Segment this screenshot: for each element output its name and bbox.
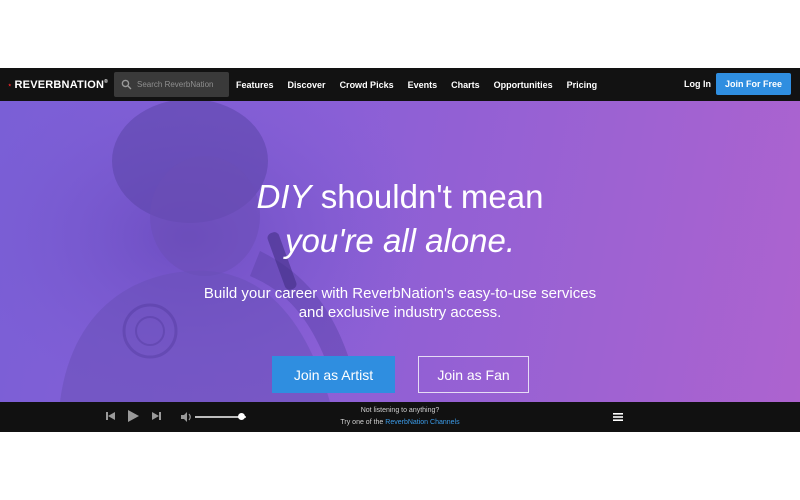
nav-item-events[interactable]: Events (408, 80, 438, 90)
login-link[interactable]: Log In (684, 68, 711, 101)
suggestion-prefix: Try one of the (340, 419, 386, 426)
search-box[interactable]: Search ReverbNation (114, 72, 229, 97)
channels-link[interactable]: ReverbNation Channels (385, 419, 459, 426)
hero-subtitle: Build your career with ReverbNation's ea… (0, 284, 800, 322)
subtitle-line2: and exclusive industry access. (298, 304, 502, 321)
nav-item-crowd-picks[interactable]: Crowd Picks (340, 80, 394, 90)
star-icon (8, 82, 12, 86)
join-as-fan-button[interactable]: Join as Fan (418, 356, 529, 393)
headline-diy: DIY (256, 178, 312, 215)
search-input[interactable]: Search ReverbNation (137, 80, 213, 89)
headline-line1: shouldn't mean (311, 178, 544, 215)
nav-item-pricing[interactable]: Pricing (567, 80, 598, 90)
headline-line2: you're all alone. (284, 222, 516, 259)
join-for-free-button[interactable]: Join For Free (716, 73, 791, 95)
play-icon[interactable] (128, 410, 139, 422)
search-icon (121, 79, 132, 90)
player-bar: Not listening to anything? Try one of th… (0, 402, 800, 432)
previous-icon[interactable] (106, 411, 115, 421)
reverbnation-logo[interactable]: REVERBNATION® (8, 79, 108, 91)
main-nav: Features Discover Crowd Picks Events Cha… (236, 68, 611, 101)
join-as-artist-button[interactable]: Join as Artist (272, 356, 395, 393)
hero-headline: DIY shouldn't mean you're all alone. (0, 175, 800, 263)
nav-item-charts[interactable]: Charts (451, 80, 480, 90)
next-icon[interactable] (152, 411, 161, 421)
volume-icon[interactable] (181, 412, 192, 422)
nav-item-discover[interactable]: Discover (288, 80, 326, 90)
hero-section: DIY shouldn't mean you're all alone. Bui… (0, 101, 800, 402)
top-navbar: REVERBNATION® Search ReverbNation Featur… (0, 68, 800, 101)
logo-text: REVERBNATION® (14, 78, 108, 91)
player-suggestion: Try one of the ReverbNation Channels (300, 419, 500, 426)
nav-item-opportunities[interactable]: Opportunities (494, 80, 553, 90)
page: REVERBNATION® Search ReverbNation Featur… (0, 0, 800, 500)
subtitle-line1: Build your career with ReverbNation's ea… (203, 285, 597, 302)
menu-icon[interactable] (613, 412, 623, 422)
player-status: Not listening to anything? (360, 407, 440, 414)
volume-slider-handle[interactable] (238, 413, 246, 420)
nav-item-features[interactable]: Features (236, 80, 274, 90)
